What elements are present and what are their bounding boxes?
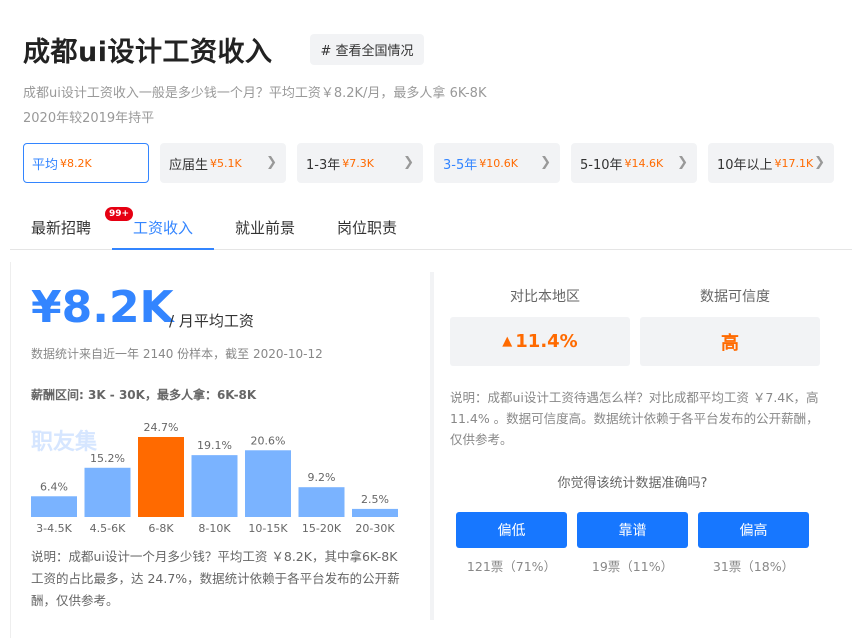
exp-tab-graduate[interactable]: 应届生 ¥5.1K ❯	[160, 143, 286, 183]
accuracy-question: 你觉得该统计数据准确吗?	[557, 476, 708, 491]
exp-tab-value: ¥17.1K	[774, 156, 814, 170]
page-title: 成都ui设计工资收入	[23, 37, 273, 68]
comparison-panel: 对比本地区 数据可信度 ▲ 11.4% 高 说明：成都ui设计工资待遇怎么样？对…	[450, 272, 830, 612]
salary-unit: / 月平均工资	[169, 312, 254, 330]
region-compare-label: 对比本地区	[510, 289, 580, 305]
bar-3-4.5K	[31, 496, 77, 517]
region-compare-box: ▲ 11.4%	[450, 317, 630, 366]
bar-20-30K	[352, 508, 398, 517]
exp-tab-10plus[interactable]: 10年以上 ¥17.1K ❯	[708, 143, 834, 183]
view-national-button[interactable]: # 查看全国情况	[310, 34, 424, 65]
category-label: 6-8K	[148, 522, 174, 535]
category-label: 4.5-6K	[90, 522, 126, 535]
tab-duties[interactable]: 岗位职责	[316, 206, 418, 250]
experience-tabs: 平均 ¥8.2K 应届生 ¥5.1K ❯ 1-3年 ¥7.3K ❯ 3-5年 ¥…	[23, 143, 845, 183]
exp-tab-label: 平均	[32, 157, 59, 173]
chevron-right-icon: ❯	[403, 155, 414, 170]
bar-value-label: 9.2%	[308, 471, 336, 484]
exp-tab-value: ¥5.1K	[210, 156, 242, 170]
bar-value-label: 2.5%	[361, 493, 389, 506]
bar-6-8K	[138, 437, 184, 517]
tab-prospects[interactable]: 就业前景	[214, 206, 316, 250]
exp-tab-value: ¥7.3K	[342, 156, 374, 170]
exp-tab-label: 3-5年	[443, 157, 478, 173]
exp-tab-label: 应届生	[169, 157, 209, 173]
chart-note: 说明：成都ui设计一个月多少钱？平均工资 ￥8.2K，其中拿6K-8K 工资的占…	[31, 549, 400, 608]
vote-low-count: 121票（71%）	[466, 559, 557, 574]
bar-15-20K	[298, 487, 345, 517]
trust-value: 高	[640, 317, 820, 366]
bar-value-label: 15.2%	[90, 452, 125, 465]
category-label: 20-30K	[355, 522, 395, 535]
trust-label: 数据可信度	[700, 289, 770, 305]
bar-4.5-6K	[84, 467, 131, 517]
tab-salary[interactable]: 工资收入	[112, 206, 215, 250]
page-subtitle: 成都ui设计工资收入一般是多少钱一个月？平均工资￥8.2K/月，最多人拿 6K-…	[23, 86, 487, 101]
exp-tab-label: 10年以上	[717, 157, 773, 173]
region-compare-value: 11.4%	[515, 331, 578, 352]
sample-note: 数据统计来自近一年 2140 份样本，截至 2020-10-12	[31, 347, 323, 361]
exp-tab-3-5[interactable]: 3-5年 ¥10.6K ❯	[434, 143, 560, 183]
exp-tab-5-10[interactable]: 5-10年 ¥14.6K ❯	[571, 143, 697, 183]
arrow-up-icon: ▲	[502, 334, 513, 349]
compare-note: 说明：成都ui设计工资待遇怎么样？对比成都平均工资 ￥7.4K，高 11.4% …	[450, 390, 819, 447]
exp-tab-value: ¥10.6K	[479, 156, 518, 170]
category-label: 10-15K	[248, 522, 288, 535]
exp-tab-value: ¥14.6K	[624, 156, 664, 170]
vote-fair-button[interactable]: 靠谱	[577, 512, 688, 548]
vote-high-button[interactable]: 偏高	[698, 512, 809, 548]
bar-value-label: 6.4%	[40, 480, 68, 493]
salary-summary-panel: ¥8.2K / 月平均工资 数据统计来自近一年 2140 份样本，截至 2020…	[10, 262, 430, 638]
salary-distribution-chart: 6.4% 3-4.5K 15.2% 4.5-6K 24.7% 6-8K 19.1% 8-10K…	[31, 421, 398, 535]
category-label: 8-10K	[198, 522, 231, 535]
bar-value-label: 19.1%	[197, 439, 232, 452]
category-label: 3-4.5K	[36, 522, 72, 535]
vote-fair-count: 19票（11%）	[591, 559, 674, 574]
exp-tab-label: 5-10年	[580, 157, 623, 173]
chevron-right-icon: ❯	[814, 155, 825, 170]
tab-latest-jobs[interactable]: 最新招聘 99+	[10, 206, 134, 250]
tab-label: 最新招聘	[31, 219, 92, 237]
chevron-right-icon: ❯	[540, 155, 551, 170]
category-label: 15-20K	[302, 522, 342, 535]
vote-low-button[interactable]: 偏低	[456, 512, 567, 548]
chevron-right-icon: ❯	[677, 155, 688, 170]
vote-high-count: 31票（18%）	[712, 559, 795, 574]
exp-tab-value: ¥8.2K	[60, 156, 92, 170]
exp-tab-label: 1-3年	[306, 157, 341, 173]
exp-tab-1-3[interactable]: 1-3年 ¥7.3K ❯	[297, 143, 423, 183]
panel-divider	[430, 272, 434, 620]
bar-8-10K	[191, 455, 238, 517]
bar-value-label: 20.6%	[251, 434, 286, 447]
yoy-note: 2020年较2019年持平	[23, 111, 155, 126]
section-tabs: 最新招聘 99+ 工资收入 就业前景 岗位职责	[10, 206, 852, 250]
salary-range: 薪酬区间: 3K - 30K，最多人拿：6K-8K	[31, 388, 257, 402]
chevron-right-icon: ❯	[266, 155, 277, 170]
exp-tab-average[interactable]: 平均 ¥8.2K	[23, 143, 149, 183]
average-salary: ¥8.2K	[31, 282, 174, 333]
bar-10-15K	[245, 450, 291, 517]
bar-value-label: 24.7%	[144, 421, 179, 434]
